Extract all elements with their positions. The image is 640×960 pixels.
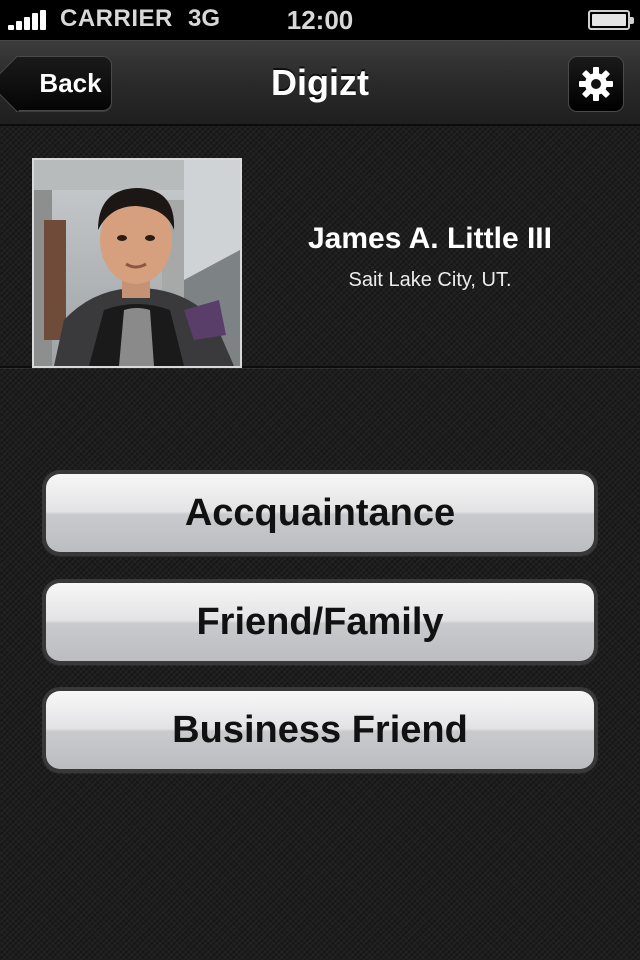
acquaintance-button-label: Accquaintance [46,474,594,552]
navigation-bar: Back Digizt [0,40,640,126]
acquaintance-button[interactable]: Accquaintance [42,470,598,556]
screen: CARRIER 3G 12:00 Back Digizt James A. Li… [0,0,640,960]
status-time: 12:00 [286,5,354,35]
gear-icon [579,67,613,101]
battery-level [592,14,626,26]
business-friend-button[interactable]: Business Friend [42,687,598,773]
profile-photo [32,158,242,368]
profile-header: James A. Little III Sait Lake City, UT. [0,128,640,368]
friend-family-button-label: Friend/Family [46,583,594,661]
business-friend-button-label: Business Friend [46,691,594,769]
battery-icon [588,10,634,30]
profile-location: Sait Lake City, UT. [348,269,512,291]
profile-name: James A. Little III [308,222,552,255]
back-button-label: Back [39,68,102,98]
settings-button[interactable] [568,56,624,112]
friend-family-button[interactable]: Friend/Family [42,579,598,665]
status-bar: CARRIER 3G 12:00 [0,0,640,40]
